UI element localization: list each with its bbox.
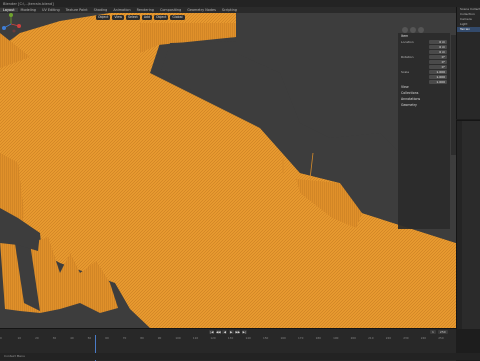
3d-viewport[interactable]: Object View Select Add Object Global Ite…	[0, 13, 456, 328]
add-menu[interactable]: Add	[141, 14, 152, 20]
view-menu[interactable]: View	[112, 14, 124, 20]
playback-button[interactable]: |◀	[209, 330, 215, 334]
sidebar-n-panel: Item Location 0 m0 m0 m Rotation 0° 0° 0° Scal…	[398, 33, 450, 229]
tab-texture-paint[interactable]: Texture Paint	[63, 8, 91, 12]
ruler-tick-label: 100	[175, 336, 181, 340]
ruler-tick-label: 200	[350, 336, 356, 340]
navigation-gizmo[interactable]	[0, 13, 22, 35]
ruler-tick-label: 170	[298, 336, 304, 340]
ruler-tick-label: 240	[420, 336, 427, 340]
tab-compositing[interactable]: Compositing	[157, 8, 184, 12]
frame-range: 1 250	[430, 329, 448, 334]
transform-value-field[interactable]: 0°	[429, 54, 447, 59]
end-frame-field[interactable]: 250	[437, 329, 448, 334]
transform-value-field[interactable]: 1.000	[429, 74, 447, 79]
transform-label: Location	[401, 39, 414, 44]
tab-scripting[interactable]: Scripting	[219, 8, 240, 12]
start-frame-field[interactable]: 1	[430, 329, 436, 334]
transform-value-field[interactable]: 0°	[429, 59, 447, 64]
ruler-tick-label: 140	[245, 336, 251, 340]
outliner: Scene CollectionCollectionCameraLightTer…	[456, 7, 480, 119]
ruler-tick-label: 250	[438, 336, 444, 340]
transform-value-field[interactable]: 0 m	[429, 39, 447, 44]
properties-editor	[456, 120, 480, 329]
ruler-tick-label: 70	[122, 336, 127, 340]
ruler-tick-label: 120	[210, 336, 216, 340]
tab-animation[interactable]: Animation	[110, 8, 133, 12]
ruler-tick-label: 160	[280, 336, 286, 340]
ruler-tick-label: 110	[192, 336, 199, 340]
geometry-section-header[interactable]: Geometry	[398, 102, 450, 108]
ruler-tick-label: 130	[227, 336, 234, 340]
ruler-tick-label: 20	[35, 336, 39, 340]
ruler-tick-label: 220	[385, 336, 392, 340]
viewport-header: Object View Select Add Object Global	[96, 14, 185, 20]
ruler-tick-label: 50	[87, 336, 92, 340]
tab-modeling[interactable]: Modeling	[18, 8, 39, 12]
ruler-tick-label: 90	[157, 336, 162, 340]
tab-uv-editing[interactable]: UV Editing	[39, 8, 63, 12]
ruler-tick-label: 40	[70, 336, 74, 340]
object-menu[interactable]: Object	[153, 14, 169, 20]
ruler-tick-label: 80	[140, 336, 144, 340]
transform-label: Scale	[401, 69, 410, 74]
transform-value-field[interactable]: 0 m	[429, 49, 447, 54]
tab-geometry-nodes[interactable]: Geometry Nodes	[184, 8, 219, 12]
ruler-tick-label: 210	[368, 336, 374, 340]
playback-button[interactable]: ▶▶	[235, 330, 241, 334]
transform-value-field[interactable]: 1.000	[429, 79, 447, 84]
select-menu[interactable]: Select	[125, 14, 140, 20]
mode-dropdown[interactable]: Object	[96, 14, 111, 20]
tab-rendering[interactable]: Rendering	[134, 8, 157, 12]
ruler-tick-label: 150	[262, 336, 269, 340]
transform-value-field[interactable]: 0 m	[429, 44, 447, 49]
playback-button[interactable]: ▶|	[241, 330, 247, 334]
transform-label: Rotation	[401, 54, 414, 59]
transform-value-field[interactable]: 1.000	[429, 69, 447, 74]
window-title: Blender [C:\...\terrain.blend]	[3, 1, 54, 6]
ruler-tick-label: 10	[17, 336, 22, 340]
outliner-item[interactable]: Terrain	[457, 27, 480, 32]
timeline-ruler[interactable]: 0 10 20 30 40 50 60 70 80 90 100 110 120 130 140 150 160…	[0, 336, 456, 341]
properties-tabs[interactable]	[457, 121, 462, 329]
ruler-tick-label: 30	[52, 336, 57, 340]
playback-button[interactable]: ▶	[228, 330, 234, 334]
status-text: Context Menu	[4, 354, 25, 358]
playback-controls: |◀ ◀◀ ◀ ▶ ▶▶ ▶|	[0, 329, 456, 335]
ruler-tick-label: 180	[315, 336, 321, 340]
tab-layout[interactable]: Layout	[0, 8, 18, 12]
ruler-tick-label: 60	[105, 336, 109, 340]
terrain-mesh	[0, 13, 456, 328]
top-menu-bar: Blender [C:\...\terrain.blend]	[0, 0, 480, 7]
ruler-tick-label: 190	[333, 336, 339, 340]
status-bar: Context Menu	[0, 353, 480, 360]
ruler-tick-label: 0	[0, 336, 2, 340]
tab-shading[interactable]: Shading	[91, 8, 111, 12]
transform-value-field[interactable]: 0°	[429, 64, 447, 69]
playback-button[interactable]: ◀◀	[215, 330, 221, 334]
playback-button[interactable]: ◀	[222, 330, 228, 334]
transform-orientation[interactable]: Global	[170, 14, 185, 20]
ruler-tick-label: 230	[403, 336, 409, 340]
